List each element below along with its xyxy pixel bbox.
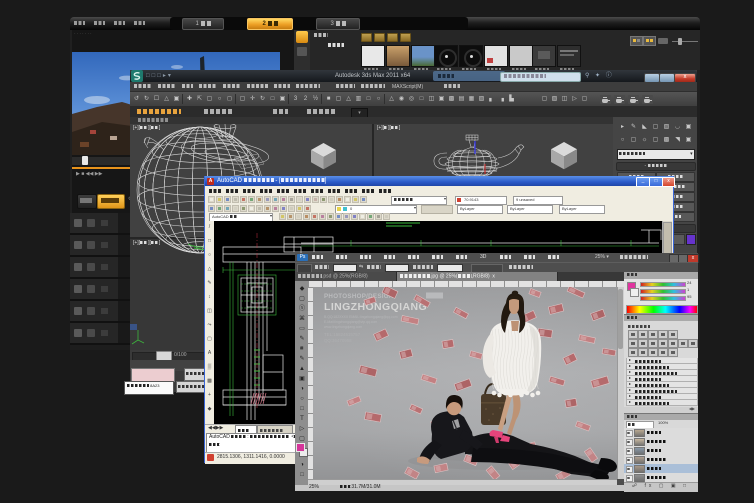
svg-text:B.QQ:182XXXX EMAIL:lingzhongqi: B.QQ:182XXXX EMAIL:lingzhongqiang@qq.com (324, 315, 398, 319)
svg-text:QQ:36470958: QQ:36470958 (324, 338, 352, 343)
svg-text:TEL:15824515757: TEL:15824515757 (324, 332, 361, 337)
svg-text:LINGZHONGQIANG: LINGZHONGQIANG (324, 301, 427, 313)
svg-text:www.lingzhongqiang.com: www.lingzhongqiang.com (324, 325, 362, 329)
svg-text:E-Mail:lingzhongqiang@vip.qq.c: E-Mail:lingzhongqiang@vip.qq.com (324, 320, 377, 324)
